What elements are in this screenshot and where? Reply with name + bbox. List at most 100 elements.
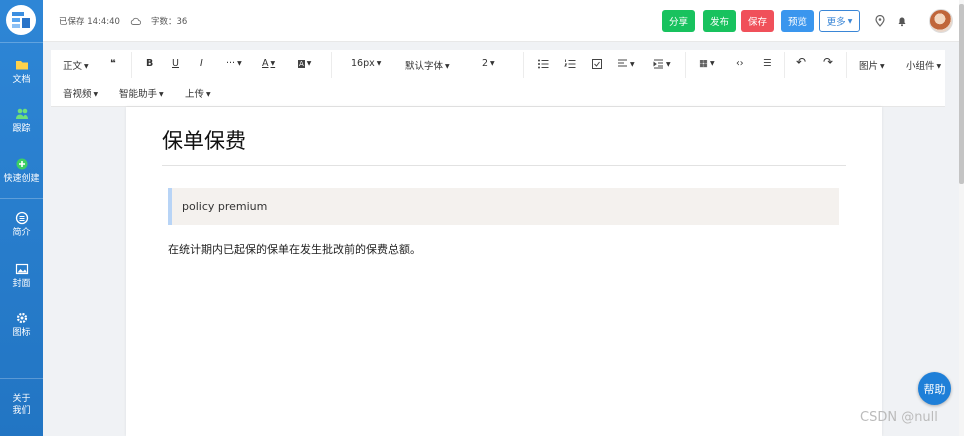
sidebar-item-docs[interactable]: 文档 bbox=[0, 58, 43, 86]
bell-icon[interactable] bbox=[896, 15, 908, 27]
font-color-dropdown[interactable]: A ▼ bbox=[262, 58, 275, 69]
more-button[interactable]: 更多 ▼ bbox=[819, 10, 860, 32]
line-height-dropdown[interactable]: 2 ▼ bbox=[482, 58, 495, 69]
chevron-down-icon: ▼ bbox=[880, 63, 885, 70]
font-family-value: 默认字体 bbox=[405, 61, 444, 72]
sidebar-item-label: 快速创建 bbox=[3, 174, 40, 184]
preview-button[interactable]: 预览 bbox=[781, 10, 814, 32]
background-color-dropdown[interactable]: A ▼ bbox=[298, 58, 311, 69]
sidebar-item-cover[interactable]: 封面 bbox=[0, 262, 43, 290]
italic-button[interactable]: I bbox=[200, 58, 203, 69]
saved-time: 已保存 14:4:40 bbox=[59, 17, 120, 27]
document-page[interactable]: 保单保费 policy premium 在统计期内已起保的保单在发生批改前的保费… bbox=[126, 107, 882, 436]
chevron-down-icon: ▼ bbox=[206, 91, 211, 98]
chevron-down-icon: ▼ bbox=[306, 60, 312, 67]
table-dropdown[interactable]: ▦ ▼ bbox=[699, 58, 715, 69]
chevron-down-icon: ▼ bbox=[84, 63, 89, 70]
user-avatar[interactable] bbox=[929, 9, 953, 33]
chevron-down-icon: ▼ bbox=[936, 63, 942, 70]
upload-label: 上传 bbox=[185, 89, 205, 100]
sidebar-item-icons[interactable]: 图标 bbox=[0, 311, 43, 339]
app-logo[interactable] bbox=[6, 5, 36, 35]
sidebar: 文档 跟踪 快速创建 简介 封面 图标 关于 我们 bbox=[0, 0, 43, 436]
checkbox-list-icon[interactable] bbox=[591, 58, 603, 70]
media-label: 音视频 bbox=[63, 89, 92, 100]
indent-dropdown[interactable]: ▼ bbox=[653, 58, 671, 70]
font-color-icon: A bbox=[262, 58, 269, 69]
upload-dropdown[interactable]: 上传 ▼ bbox=[185, 86, 211, 100]
font-family-dropdown[interactable]: 默认字体 ▼ bbox=[405, 58, 450, 72]
cloud-icon bbox=[130, 17, 141, 25]
chevron-down-icon: ▼ bbox=[709, 60, 715, 67]
sidebar-item-quick-create[interactable]: 快速创建 bbox=[0, 157, 43, 185]
help-button[interactable]: 帮助 bbox=[918, 372, 951, 405]
about-label-line2: 我们 bbox=[12, 406, 31, 416]
toolbar-divider bbox=[846, 52, 847, 78]
toolbar-divider bbox=[784, 52, 785, 78]
toolbar-divider bbox=[331, 52, 332, 78]
chevron-down-icon: ▼ bbox=[445, 63, 450, 70]
top-header: 已保存 14:4:40 字数：36 分享 发布 保存 预览 更多 ▼ bbox=[43, 0, 964, 42]
sidebar-item-about[interactable]: 关于 我们 bbox=[0, 393, 43, 417]
bullet-list-icon[interactable] bbox=[537, 58, 549, 70]
blockquote-button[interactable]: ❝ bbox=[110, 58, 116, 69]
image-label: 图片 bbox=[859, 61, 879, 72]
align-dropdown[interactable]: ▼ bbox=[617, 58, 635, 70]
highlight-icon: A bbox=[298, 60, 305, 68]
scrollbar-thumb[interactable] bbox=[959, 4, 964, 184]
font-size-value: 16px bbox=[351, 58, 375, 69]
folder-icon bbox=[15, 61, 28, 70]
table-icon: ▦ bbox=[699, 58, 708, 69]
sidebar-item-track[interactable]: 跟踪 bbox=[0, 107, 43, 135]
body-paragraph[interactable]: 在统计期内已起保的保单在发生批改前的保费总额。 bbox=[168, 241, 421, 257]
sidebar-item-label: 图标 bbox=[12, 328, 31, 338]
plus-circle-icon bbox=[16, 158, 27, 170]
widget-label: 小组件 bbox=[906, 61, 935, 72]
sidebar-divider bbox=[0, 198, 43, 199]
bold-button[interactable]: B bbox=[146, 58, 153, 69]
users-icon bbox=[15, 108, 28, 119]
blockquote[interactable]: policy premium bbox=[168, 188, 839, 225]
about-label-line1: 关于 bbox=[12, 394, 31, 404]
numbered-list-icon[interactable] bbox=[564, 58, 576, 70]
publish-button[interactable]: 发布 bbox=[703, 10, 736, 32]
more-label: 更多 bbox=[826, 17, 846, 28]
word-count: 字数：36 bbox=[150, 17, 188, 27]
sidebar-divider bbox=[0, 42, 43, 43]
divider-line-button[interactable]: ☰ bbox=[763, 58, 772, 69]
underline-button[interactable]: U bbox=[172, 58, 179, 69]
sidebar-item-label: 跟踪 bbox=[12, 124, 31, 134]
more-format-dropdown[interactable]: ··· ▼ bbox=[226, 58, 242, 69]
gear-icon bbox=[16, 312, 27, 324]
paragraph-style-label: 正文 bbox=[63, 61, 83, 72]
indent-icon bbox=[653, 59, 663, 69]
chevron-down-icon: ▼ bbox=[270, 60, 276, 67]
code-button[interactable]: ‹› bbox=[736, 58, 744, 69]
chevron-down-icon: ▼ bbox=[666, 61, 671, 68]
chevron-down-icon: ▼ bbox=[847, 17, 853, 25]
ai-assistant-dropdown[interactable]: 智能助手 ▼ bbox=[119, 86, 164, 100]
widget-dropdown[interactable]: 小组件 ▼ bbox=[906, 58, 941, 72]
blockquote-text: policy premium bbox=[182, 200, 268, 213]
sidebar-item-label: 简介 bbox=[12, 228, 31, 238]
chevron-down-icon: ▼ bbox=[376, 60, 382, 67]
sidebar-divider bbox=[0, 378, 43, 379]
undo-button[interactable]: ↶ bbox=[796, 55, 806, 69]
sidebar-item-label: 封面 bbox=[12, 279, 31, 289]
ai-assistant-label: 智能助手 bbox=[119, 89, 158, 100]
watermark: CSDN @null bbox=[860, 410, 938, 425]
share-button[interactable]: 分享 bbox=[662, 10, 695, 32]
toolbar-divider bbox=[523, 52, 524, 78]
font-size-dropdown[interactable]: 16px ▼ bbox=[351, 58, 381, 69]
sidebar-item-intro[interactable]: 简介 bbox=[0, 211, 43, 239]
save-button[interactable]: 保存 bbox=[741, 10, 774, 32]
chevron-down-icon: ▼ bbox=[159, 91, 164, 98]
redo-button[interactable]: ↷ bbox=[823, 55, 833, 69]
toolbar-divider bbox=[685, 52, 686, 78]
document-title[interactable]: 保单保费 bbox=[162, 125, 246, 155]
paragraph-style-dropdown[interactable]: 正文 ▼ bbox=[63, 58, 89, 72]
list-circle-icon bbox=[15, 211, 28, 225]
image-dropdown[interactable]: 图片 ▼ bbox=[859, 58, 885, 72]
media-dropdown[interactable]: 音视频 ▼ bbox=[63, 86, 98, 100]
location-pin-icon[interactable] bbox=[874, 15, 886, 27]
